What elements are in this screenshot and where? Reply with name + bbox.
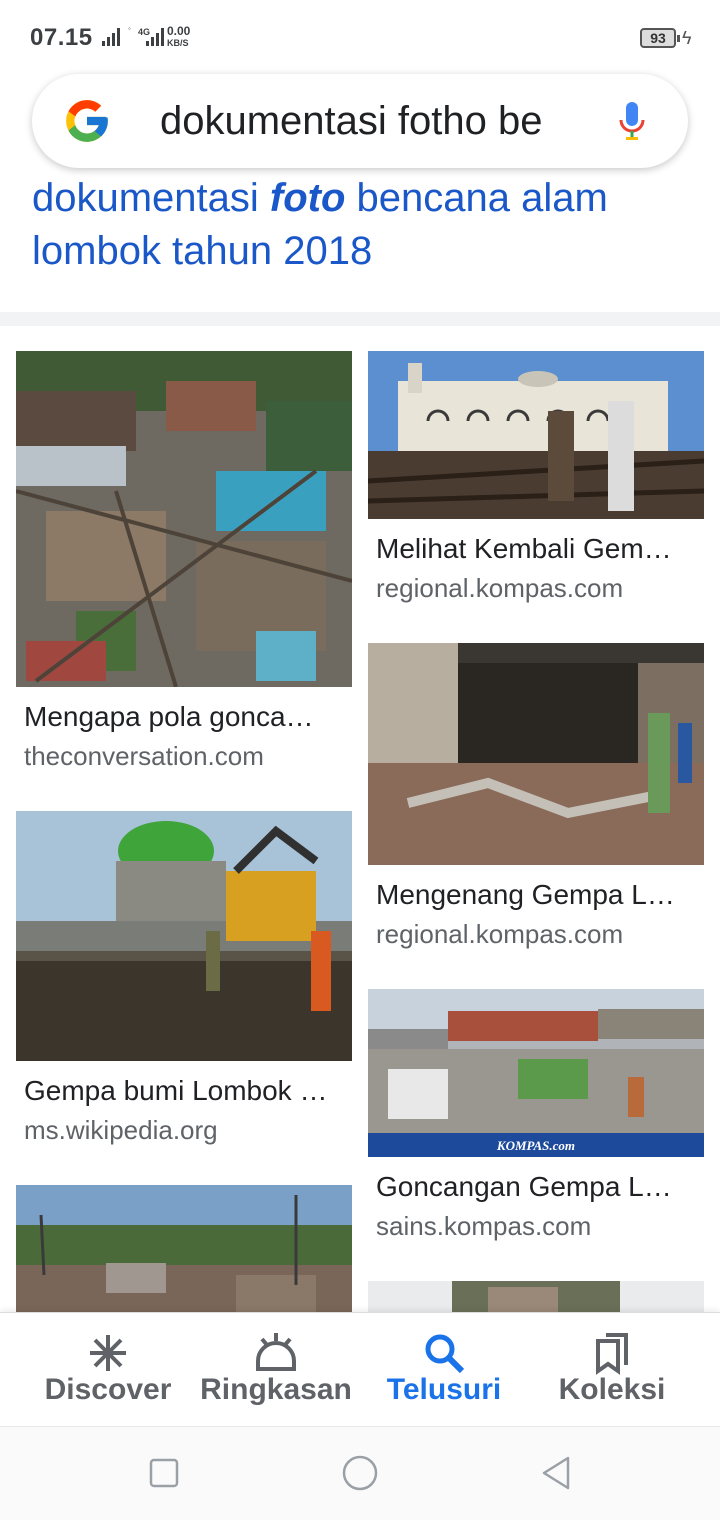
charging-icon: ϟ <box>682 28 692 48</box>
status-time: 07.15 <box>30 24 93 51</box>
signal-dot-icon: ◦ <box>128 24 131 33</box>
back-icon[interactable] <box>538 1455 574 1491</box>
image-result-6[interactable] <box>16 1185 352 1312</box>
signal-icon-2 <box>146 28 164 46</box>
image-result-3[interactable]: Mengenang Gempa L… regional.kompas.com <box>368 643 704 953</box>
image-result-5[interactable]: KOMPAS.com Goncangan Gempa L… sains.komp… <box>368 989 704 1245</box>
village-palms-thumbnail <box>16 1185 352 1312</box>
search-bar[interactable]: dokumentasi fotho be <box>32 74 688 168</box>
image-source: regional.kompas.com <box>376 919 624 949</box>
home-icon[interactable] <box>340 1455 380 1491</box>
nav-ringkasan-label: Ringkasan <box>200 1373 352 1406</box>
data-speed-unit: KB/S <box>167 38 189 48</box>
image-source: regional.kompas.com <box>376 573 624 603</box>
sunrise-icon <box>256 1333 296 1371</box>
scroll-fade <box>0 168 720 184</box>
nav-telusuri[interactable]: Telusuri <box>364 1313 524 1427</box>
image-source: sains.kompas.com <box>376 1211 592 1241</box>
nav-discover[interactable]: Discover <box>28 1313 188 1427</box>
image-caption: Mengapa pola gonca… <box>24 701 314 732</box>
microphone-icon[interactable] <box>617 100 647 144</box>
nav-koleksi[interactable]: Koleksi <box>532 1313 692 1427</box>
data-speed-value: 0.00 <box>167 24 191 38</box>
image-source: theconversation.com <box>24 741 264 771</box>
image-source: ms.wikipedia.org <box>24 1115 218 1145</box>
collapsed-wall-thumbnail <box>368 643 704 865</box>
image-result-2[interactable]: Melihat Kembali Gem… regional.kompas.com <box>368 351 704 611</box>
nav-koleksi-label: Koleksi <box>558 1373 666 1406</box>
system-navigation-bar <box>0 1426 720 1520</box>
image-caption: Gempa bumi Lombok … <box>24 1075 328 1106</box>
mosque-excavator-thumbnail <box>16 811 352 1061</box>
result-title-link[interactable]: dokumentasi foto bencana alam lombok tah… <box>32 172 692 278</box>
status-bar: 07.15 ◦ 4G 0.00 KB/S 93 ϟ <box>0 0 720 72</box>
partial-thumbnail <box>368 1281 704 1312</box>
image-caption: Goncangan Gempa L… <box>376 1171 672 1202</box>
recent-apps-icon[interactable] <box>146 1455 182 1491</box>
signal-icon <box>102 28 120 46</box>
battery-icon: 93 <box>640 28 680 48</box>
destroyed-houses-thumbnail: KOMPAS.com <box>368 989 704 1157</box>
asterisk-icon <box>90 1335 126 1371</box>
image-result-1[interactable]: Mengapa pola gonca… theconversation.com <box>16 351 352 771</box>
battery-level: 93 <box>650 30 666 46</box>
nav-discover-label: Discover <box>44 1373 172 1406</box>
image-result-7[interactable] <box>368 1281 704 1312</box>
section-divider <box>0 312 720 326</box>
image-caption: Mengenang Gempa L… <box>376 879 675 910</box>
kompas-watermark: KOMPAS.com <box>496 1138 575 1153</box>
search-icon <box>425 1334 465 1374</box>
damaged-mosque-thumbnail <box>368 351 704 519</box>
google-g-logo <box>66 100 108 142</box>
search-query-text[interactable]: dokumentasi fotho be <box>160 98 570 144</box>
bottom-navigation: Discover Ringkasan Telusuri Koleksi <box>0 1312 720 1426</box>
earthquake-ruins-aerial-thumbnail <box>16 351 352 687</box>
nav-telusuri-label: Telusuri <box>386 1373 502 1406</box>
image-result-4[interactable]: Gempa bumi Lombok … ms.wikipedia.org <box>16 811 352 1151</box>
bookmarks-icon <box>596 1333 628 1375</box>
image-caption: Melihat Kembali Gem… <box>376 533 672 564</box>
nav-ringkasan[interactable]: Ringkasan <box>192 1313 360 1427</box>
